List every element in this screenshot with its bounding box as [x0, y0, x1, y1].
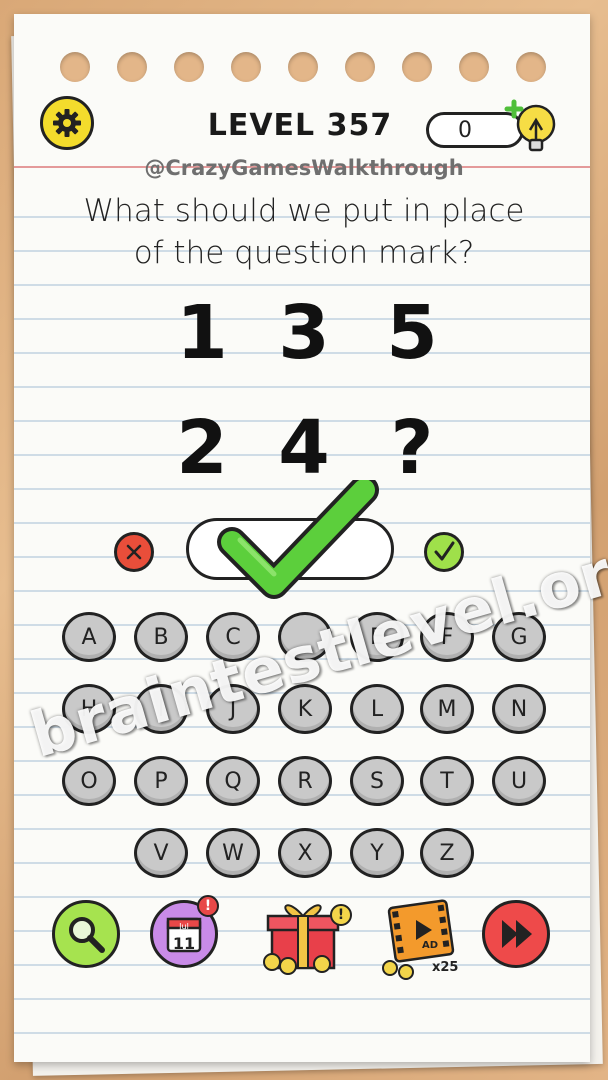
ad-multiplier: x25: [432, 960, 459, 975]
key-a[interactable]: A: [62, 612, 116, 662]
gift-badge: !: [330, 904, 352, 926]
punch-hole: [60, 52, 90, 82]
key-h[interactable]: H: [62, 684, 116, 734]
puzzle-number: 1: [176, 290, 228, 376]
key-u[interactable]: U: [492, 756, 546, 806]
punch-hole: [402, 52, 432, 82]
watch-ad-button[interactable]: AD x25: [380, 896, 462, 980]
gear-icon: [53, 109, 81, 137]
key-k[interactable]: K: [278, 684, 332, 734]
key-g[interactable]: G: [492, 612, 546, 662]
lightbulb-icon[interactable]: [500, 96, 564, 160]
right-check-icon: [434, 541, 455, 561]
key-e[interactable]: E: [350, 612, 404, 662]
big-check-icon: [217, 480, 379, 599]
key-t[interactable]: T: [420, 756, 474, 806]
gift-button[interactable]: !: [258, 892, 352, 978]
puzzle-question-mark: ?: [390, 405, 434, 491]
key-r[interactable]: R: [278, 756, 332, 806]
magnifier-icon: [69, 917, 105, 953]
puzzle-number: 2: [176, 405, 228, 491]
key-c[interactable]: C: [206, 612, 260, 662]
key-n[interactable]: N: [492, 684, 546, 734]
puzzle-number: 4: [278, 405, 330, 491]
punch-hole: [174, 52, 204, 82]
punch-hole: [288, 52, 318, 82]
key-y[interactable]: Y: [350, 828, 404, 878]
skip-icon: [502, 920, 532, 948]
key-j[interactable]: J: [206, 684, 260, 734]
key-f[interactable]: F: [420, 612, 474, 662]
key-v[interactable]: V: [134, 828, 188, 878]
calendar-month: Jul: [179, 922, 189, 931]
level-title: LEVEL 357: [207, 108, 393, 143]
calendar-badge: !: [197, 895, 219, 917]
key-m[interactable]: M: [420, 684, 474, 734]
ad-label: AD: [422, 940, 439, 951]
key-b[interactable]: B: [134, 612, 188, 662]
daily-challenge-button[interactable]: Jul 11 !: [150, 895, 219, 968]
puzzle-number: 3: [278, 290, 330, 376]
question-line-2: of the question mark?: [133, 235, 475, 271]
punch-hole: [516, 52, 546, 82]
skip-level-button[interactable]: [482, 900, 550, 968]
key-w[interactable]: W: [206, 828, 260, 878]
key-x[interactable]: X: [278, 828, 332, 878]
key-o[interactable]: O: [62, 756, 116, 806]
punch-hole: [345, 52, 375, 82]
answer-row: [0, 480, 608, 599]
key-i[interactable]: I: [134, 684, 188, 734]
key-s[interactable]: S: [350, 756, 404, 806]
key-d[interactable]: [278, 612, 332, 662]
clear-answer-button[interactable]: [114, 532, 154, 572]
punch-hole: [459, 52, 489, 82]
settings-button[interactable]: [40, 96, 94, 150]
key-z[interactable]: Z: [420, 828, 474, 878]
key-q[interactable]: Q: [206, 756, 260, 806]
punch-hole: [231, 52, 261, 82]
question-line-1: What should we put in place: [83, 193, 525, 229]
hint-button[interactable]: [52, 900, 120, 968]
key-l[interactable]: L: [350, 684, 404, 734]
hint-count: 0: [458, 117, 472, 143]
channel-watermark: @CrazyGamesWalkthrough: [144, 156, 464, 180]
key-p[interactable]: P: [134, 756, 188, 806]
puzzle-number: 5: [386, 290, 438, 376]
calendar-day: 11: [172, 934, 196, 953]
question-text: What should we put in place of the quest…: [30, 190, 578, 274]
submit-answer-button[interactable]: [424, 532, 464, 572]
wrong-x-icon: [126, 544, 142, 560]
punch-hole: [117, 52, 147, 82]
